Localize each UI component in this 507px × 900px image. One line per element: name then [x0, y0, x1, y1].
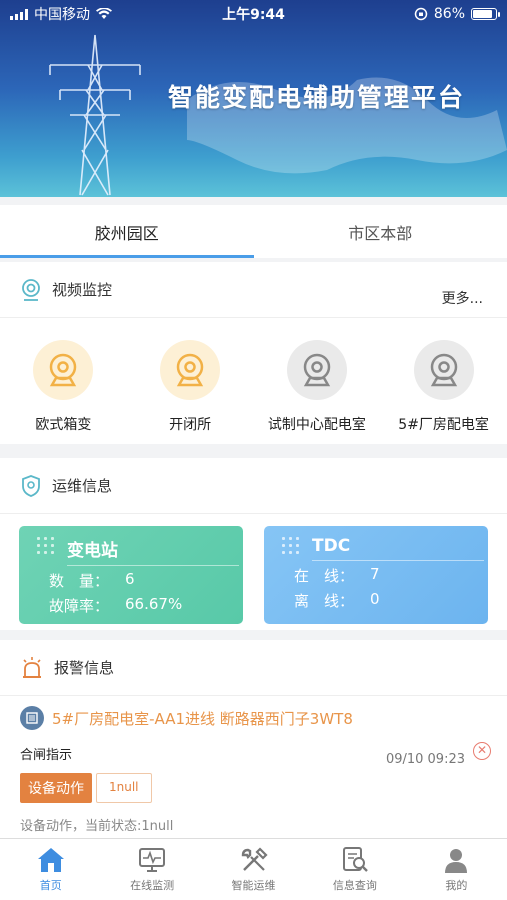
substation-fault-rate: 66.67%	[125, 595, 183, 613]
tdc-offline: 0	[370, 590, 380, 608]
breaker-device-icon	[20, 706, 44, 730]
tab-jiaozhou[interactable]: 胶州园区	[0, 205, 254, 258]
alarm-light-icon	[23, 656, 41, 678]
webcam-icon	[303, 353, 331, 387]
tdc-online: 7	[370, 565, 380, 583]
monitor-icon	[139, 848, 166, 872]
camera-label: 试制中心配电室	[267, 417, 366, 433]
close-icon[interactable]: ✕	[473, 742, 491, 760]
alarm-value-tag: 1null	[96, 773, 152, 803]
alarm-section: 报警信息 5#厂房配电室-AA1进线 断路器西门子3WT8 合闸指示 09/10…	[0, 640, 507, 843]
bottom-nav: 首页 在线监测 智能运维 信息查询 我的	[0, 838, 507, 900]
more-link[interactable]: 更多...	[442, 288, 483, 308]
camera-item-switch-station[interactable]: 开闭所	[128, 340, 253, 434]
status-bar: 中国移动 上午9:44 86%	[0, 0, 507, 28]
campus-tabs: 胶州园区 市区本部	[0, 205, 507, 258]
battery-icon	[471, 8, 500, 20]
nav-mine[interactable]: 我的	[406, 839, 507, 900]
nav-online-monitor[interactable]: 在线监测	[101, 839, 202, 900]
camera-item-plant5[interactable]: 5#厂房配电室	[381, 340, 506, 434]
user-icon	[445, 849, 468, 873]
wifi-icon	[96, 8, 112, 19]
camera-label: 开闭所	[169, 417, 212, 433]
section-title-alarm: 报警信息	[54, 659, 115, 677]
search-doc-icon	[342, 847, 368, 872]
grid-dots-icon	[280, 535, 302, 555]
camera-item-euro-box[interactable]: 欧式箱变	[1, 340, 126, 434]
section-title-ops: 运维信息	[52, 477, 113, 495]
card-title: TDC	[312, 536, 484, 561]
video-section: 视频监控 更多... 欧式箱变 开闭所 试制中心配电室 5#厂房配电室	[0, 262, 507, 444]
home-icon	[37, 848, 64, 872]
ops-section: 运维信息 变电站 数 量： 6 故障率： 66.67% TDC 在 线： 7 离 线：…	[0, 458, 507, 630]
substation-count: 6	[125, 570, 135, 588]
app-title: 智能变配电辅助管理平台	[167, 83, 465, 112]
world-map-graphic	[187, 77, 507, 174]
power-tower-graphic	[40, 34, 150, 196]
webcam-icon	[176, 353, 204, 387]
nav-smart-ops[interactable]: 智能运维	[203, 839, 304, 900]
camera-label: 欧式箱变	[35, 417, 92, 433]
section-title-video: 视频监控	[52, 281, 113, 299]
camera-item-trial-center[interactable]: 试制中心配电室	[254, 340, 379, 434]
alarm-title: 5#厂房配电室-AA1进线 断路器西门子3WT8	[52, 709, 353, 728]
tdc-card[interactable]: TDC 在 线： 7 离 线： 0	[264, 526, 488, 624]
camera-label: 5#厂房配电室	[398, 417, 489, 433]
signal-icon	[10, 8, 28, 20]
alarm-time: 09/10 09:23	[385, 752, 465, 767]
card-title: 变电站	[67, 536, 239, 566]
substation-card[interactable]: 变电站 数 量： 6 故障率： 66.67%	[19, 526, 243, 624]
rotation-lock-icon	[414, 7, 428, 21]
webcam-icon	[50, 353, 77, 387]
nav-info-query[interactable]: 信息查询	[304, 839, 405, 900]
camera-section-icon	[22, 278, 40, 301]
tools-icon	[241, 847, 268, 871]
nav-home[interactable]: 首页	[0, 839, 101, 900]
battery-percent: 86%	[433, 6, 465, 22]
carrier-label: 中国移动	[34, 7, 90, 23]
banner: 智能变配电辅助管理平台	[0, 0, 507, 197]
alarm-type-tag: 设备动作	[20, 773, 92, 803]
grid-dots-icon	[35, 535, 57, 555]
tab-city-hq[interactable]: 市区本部	[254, 205, 507, 258]
shield-icon	[22, 474, 40, 497]
alarm-item[interactable]: 5#厂房配电室-AA1进线 断路器西门子3WT8 合闸指示 09/10 09:2…	[0, 696, 507, 843]
webcam-icon	[430, 353, 457, 387]
